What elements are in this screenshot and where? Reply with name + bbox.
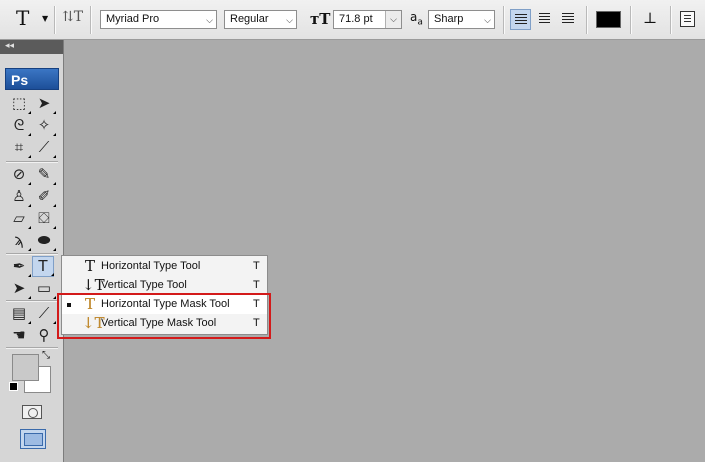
eyedropper-tool-icon[interactable]: ⟋ <box>33 137 56 158</box>
font-size-value: 71.8 pt <box>339 13 373 25</box>
color-sampler-tool-icon[interactable]: ⟋ <box>33 303 56 324</box>
quick-mask-icon[interactable] <box>22 405 42 419</box>
warp-text-icon[interactable]: ⊥ <box>640 9 660 29</box>
marquee-tool-icon[interactable]: ⬚ <box>8 93 31 114</box>
align-right-icon <box>562 13 574 24</box>
menu-item-horizontal-type-tool[interactable]: T Horizontal Type Tool T <box>62 257 267 276</box>
options-bar: T ▼ ⇅T Myriad Pro ⌵ Regular ⌵ тT 71.8 pt… <box>0 0 705 40</box>
divider <box>670 6 672 34</box>
menu-item-label: Vertical Type Tool <box>101 279 187 291</box>
path-selection-tool-icon[interactable]: ➤ <box>8 278 31 299</box>
chevron-down-icon[interactable]: ⌵ <box>385 11 401 28</box>
antialias-icon: aa <box>410 10 423 28</box>
divider <box>90 6 92 34</box>
clone-stamp-tool-icon[interactable]: ♙ <box>8 186 31 207</box>
divider <box>630 6 632 34</box>
menu-item-shortcut: T <box>253 279 260 291</box>
tool-preset-picker[interactable]: T ▼ <box>12 6 49 30</box>
brush-tool-icon[interactable]: ✎ <box>33 164 56 185</box>
divider <box>503 6 505 34</box>
font-size-select[interactable]: 71.8 pt ⌵ <box>333 10 402 29</box>
menu-item-label: Horizontal Type Tool <box>101 260 201 272</box>
chevron-down-icon: ⌵ <box>206 15 213 25</box>
annotation-highlight-box <box>57 293 271 339</box>
chevron-down-icon: ⌵ <box>286 15 293 25</box>
align-left-button[interactable] <box>510 9 531 30</box>
character-panel-icon[interactable] <box>680 11 695 27</box>
toolbox-divider <box>6 161 58 163</box>
hand-tool-icon[interactable]: ☚ <box>8 325 30 346</box>
toolbox-divider <box>6 300 58 302</box>
font-family-select[interactable]: Myriad Pro ⌵ <box>100 10 217 29</box>
align-center-icon <box>539 13 550 24</box>
lasso-tool-icon[interactable]: ᘓ <box>8 115 31 136</box>
magic-wand-tool-icon[interactable]: ✧ <box>33 115 56 136</box>
photoshop-logo[interactable]: Ps <box>5 68 59 90</box>
screen-mode-icon[interactable] <box>20 429 46 449</box>
notes-tool-icon[interactable]: ▤ <box>8 303 31 324</box>
default-colors-icon[interactable] <box>9 382 18 391</box>
font-family-value: Myriad Pro <box>106 13 160 25</box>
divider <box>54 6 56 34</box>
menu-item-shortcut: T <box>253 260 260 272</box>
swap-colors-icon[interactable]: ⤡ <box>42 350 50 361</box>
font-style-value: Regular <box>230 13 269 25</box>
toolbox-header[interactable]: ◂◂ <box>0 40 63 54</box>
align-center-button[interactable] <box>534 9 555 30</box>
collapse-icon[interactable]: ◂◂ <box>5 41 14 51</box>
pen-tool-icon[interactable]: ✒ <box>8 256 31 277</box>
antialias-value: Sharp <box>434 13 464 25</box>
type-mask-tool-icon[interactable]: T <box>32 256 54 277</box>
dodge-tool-icon[interactable]: ⬬ <box>33 230 56 251</box>
caret-down-icon: ▼ <box>42 14 49 23</box>
font-style-select[interactable]: Regular ⌵ <box>224 10 297 29</box>
chevron-down-icon: ⌵ <box>484 15 491 25</box>
type-tool-icon: T <box>16 6 30 30</box>
antialias-select[interactable]: Sharp ⌵ <box>428 10 495 29</box>
paint-bucket-tool-icon[interactable]: ⛋ <box>33 208 56 229</box>
blur-tool-icon[interactable]: ϡ <box>8 230 31 251</box>
healing-brush-tool-icon[interactable]: ⊘ <box>8 164 31 185</box>
shape-tool-icon[interactable]: ▭ <box>33 278 56 299</box>
align-left-icon <box>515 14 527 25</box>
font-size-icon: тT <box>310 10 331 28</box>
horizontal-type-icon: T <box>84 257 95 275</box>
foreground-color-swatch[interactable] <box>12 354 39 381</box>
zoom-tool-icon[interactable]: ⚲ <box>33 325 55 346</box>
text-color-swatch[interactable] <box>596 11 621 28</box>
vertical-type-icon: ↓T <box>82 276 105 294</box>
eraser-tool-icon[interactable]: ▱ <box>8 208 31 229</box>
history-brush-tool-icon[interactable]: ✐ <box>33 186 56 207</box>
align-right-button[interactable] <box>558 9 579 30</box>
move-tool-icon[interactable]: ➤ <box>33 93 56 114</box>
toolbox-divider <box>6 347 58 349</box>
text-orientation-icon[interactable]: ⇅T <box>62 9 84 31</box>
divider <box>586 6 588 34</box>
toolbox-divider <box>6 253 58 255</box>
crop-tool-icon[interactable]: ⌗ <box>8 137 31 158</box>
